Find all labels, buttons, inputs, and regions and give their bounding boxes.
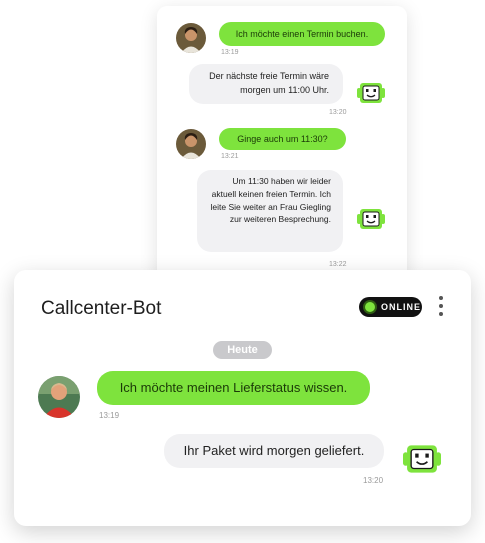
user-message-bubble: Ich möchte meinen Lieferstatus wissen. bbox=[97, 371, 370, 405]
day-separator: Heute bbox=[213, 341, 272, 359]
message-timestamp: 13:20 bbox=[363, 476, 384, 485]
message-text: Der nächste freie Termin wäre morgen um … bbox=[209, 71, 329, 95]
user-avatar bbox=[38, 376, 80, 418]
message-text: Ihr Paket wird morgen geliefert. bbox=[183, 442, 365, 458]
user-avatar bbox=[176, 129, 206, 159]
message-timestamp: 13:22 bbox=[329, 261, 347, 268]
user-avatar bbox=[176, 23, 206, 53]
user-message-bubble: Ich möchte einen Termin buchen. bbox=[219, 22, 385, 46]
message-timestamp: 13:21 bbox=[221, 153, 239, 160]
bot-message-bubble: Ihr Paket wird morgen geliefert. bbox=[164, 434, 384, 468]
bot-message-bubble: Der nächste freie Termin wäre morgen um … bbox=[189, 64, 343, 104]
message-timestamp: 13:20 bbox=[329, 109, 347, 116]
status-label: ONLINE bbox=[381, 302, 422, 312]
message-text: Ich möchte meinen Lieferstatus wissen. bbox=[119, 380, 348, 396]
online-dot-icon bbox=[365, 302, 375, 312]
bot-icon bbox=[357, 208, 385, 235]
bot-icon bbox=[403, 444, 441, 479]
bot-icon bbox=[357, 82, 385, 109]
back-chat-panel: Ich möchte einen Termin buchen. 13:19 De… bbox=[157, 6, 407, 296]
chat-title: Callcenter-Bot bbox=[41, 298, 162, 319]
message-text: Um 11:30 haben wir leider aktuell keinen… bbox=[210, 176, 331, 225]
more-options-icon[interactable] bbox=[437, 294, 445, 320]
front-chat-panel: Callcenter-Bot ONLINE Heute Ich möchte m… bbox=[14, 270, 471, 526]
message-timestamp: 13:19 bbox=[221, 49, 239, 56]
message-text: Ich möchte einen Termin buchen. bbox=[235, 28, 369, 39]
message-text: Ginge auch um 11:30? bbox=[237, 133, 328, 144]
bot-message-bubble: Um 11:30 haben wir leider aktuell keinen… bbox=[197, 170, 343, 252]
status-badge: ONLINE bbox=[359, 297, 422, 317]
user-message-bubble: Ginge auch um 11:30? bbox=[219, 128, 346, 150]
message-timestamp: 13:19 bbox=[99, 411, 120, 420]
